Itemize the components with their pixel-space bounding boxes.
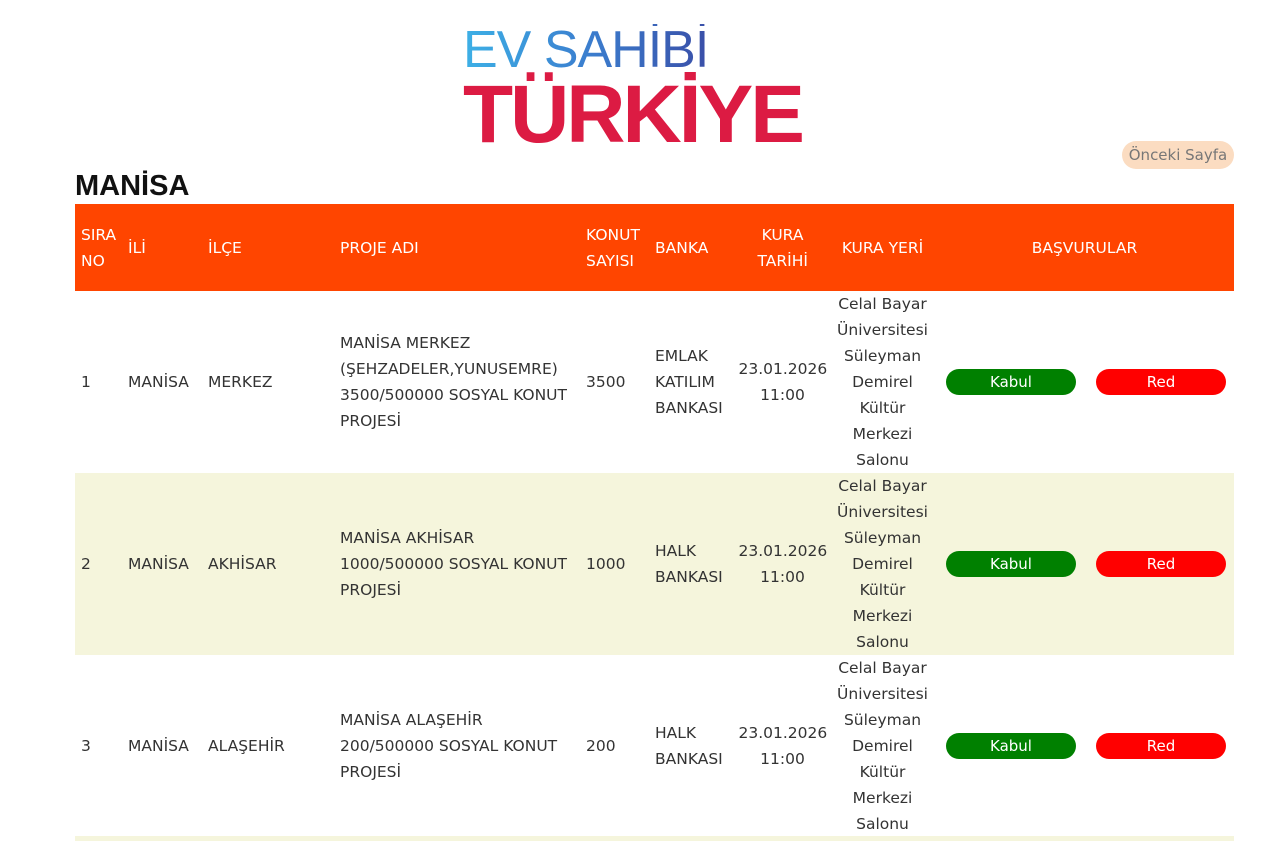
cell-sira-no: 1: [81, 373, 91, 391]
cell-kura-tarihi: 23.01.2026 11:00: [738, 724, 828, 768]
header-banka: BANKA: [655, 238, 709, 257]
cell-sira-no: 2: [81, 555, 91, 573]
header-sira-no: SIRA NO: [81, 225, 117, 270]
cell-ilce: AKHİSAR: [208, 555, 277, 573]
cell-basvurular: Kabul Red: [935, 473, 1234, 655]
cell-kura-tarihi: 23.01.2026 11:00: [738, 360, 828, 404]
accept-button[interactable]: Kabul: [946, 733, 1076, 759]
cell-ili: MANİSA: [128, 373, 189, 391]
reject-button[interactable]: Red: [1096, 551, 1226, 577]
cell-konut-sayisi: 200: [586, 737, 616, 755]
cell-ili: MANİSA: [128, 555, 189, 573]
cell-kura-yeri: Celal Bayar Üniversitesi Süleyman Demire…: [837, 659, 928, 833]
header-kura-tarihi: KURA TARİHİ: [757, 225, 808, 270]
cell-proje-adi: MANİSA ALAŞEHİR 200/500000 SOSYAL KONUT …: [340, 711, 558, 781]
cell-banka: HALK BANKASI: [655, 542, 723, 586]
logo-line-2: TÜRKİYE: [463, 69, 805, 160]
cell-basvurular: Kabul Red: [935, 291, 1234, 473]
cell-kura-yeri: Celal Bayar Üniversitesi Süleyman Demire…: [837, 477, 928, 651]
header-konut-sayisi: KONUT SAYISI: [586, 225, 640, 270]
cell-kura-yeri: Celal Bayar Üniversitesi Süleyman Demire…: [837, 295, 928, 469]
housing-lottery-table: SIRA NO İLİ İLÇE PROJE ADI KONUT SAYISI …: [75, 204, 1234, 837]
table-header-row: SIRA NO İLİ İLÇE PROJE ADI KONUT SAYISI …: [75, 204, 1234, 291]
table-row: 1 MANİSA MERKEZ MANİSA MERKEZ (ŞEHZADELE…: [75, 291, 1234, 473]
header-ilce: İLÇE: [208, 238, 242, 257]
ev-sahibi-turkiye-logo: EV SAHİBİ TÜRKİYE: [463, 24, 847, 156]
cell-basvurular: Kabul Red: [935, 655, 1234, 837]
table-row: 2 MANİSA AKHİSAR MANİSA AKHİSAR 1000/500…: [75, 473, 1234, 655]
cell-proje-adi: MANİSA MERKEZ (ŞEHZADELER,YUNUSEMRE) 350…: [340, 334, 567, 430]
cell-banka: EMLAK KATILIM BANKASI: [655, 347, 723, 417]
cell-sira-no: 3: [81, 737, 91, 755]
accept-button[interactable]: Kabul: [946, 551, 1076, 577]
cell-proje-adi: MANİSA AKHİSAR 1000/500000 SOSYAL KONUT …: [340, 529, 567, 599]
table-row: 3 MANİSA ALAŞEHİR MANİSA ALAŞEHİR 200/50…: [75, 655, 1234, 837]
reject-button[interactable]: Red: [1096, 369, 1226, 395]
header-proje-adi: PROJE ADI: [340, 238, 419, 257]
header-ili: İLİ: [128, 238, 146, 257]
page-title: MANİSA: [75, 170, 190, 202]
header-basvurular: BAŞVURULAR: [1031, 238, 1138, 257]
cell-ili: MANİSA: [128, 737, 189, 755]
reject-button[interactable]: Red: [1096, 733, 1226, 759]
cell-ilce: MERKEZ: [208, 373, 273, 391]
cell-kura-tarihi: 23.01.2026 11:00: [738, 542, 828, 586]
cell-banka: HALK BANKASI: [655, 724, 723, 768]
cell-konut-sayisi: 1000: [586, 555, 626, 573]
cell-ilce: ALAŞEHİR: [208, 737, 285, 755]
cell-konut-sayisi: 3500: [586, 373, 626, 391]
accept-button[interactable]: Kabul: [946, 369, 1076, 395]
next-row-edge: [75, 836, 1234, 841]
previous-page-button[interactable]: Önceki Sayfa: [1122, 141, 1234, 169]
header-kura-yeri: KURA YERİ: [841, 238, 924, 257]
